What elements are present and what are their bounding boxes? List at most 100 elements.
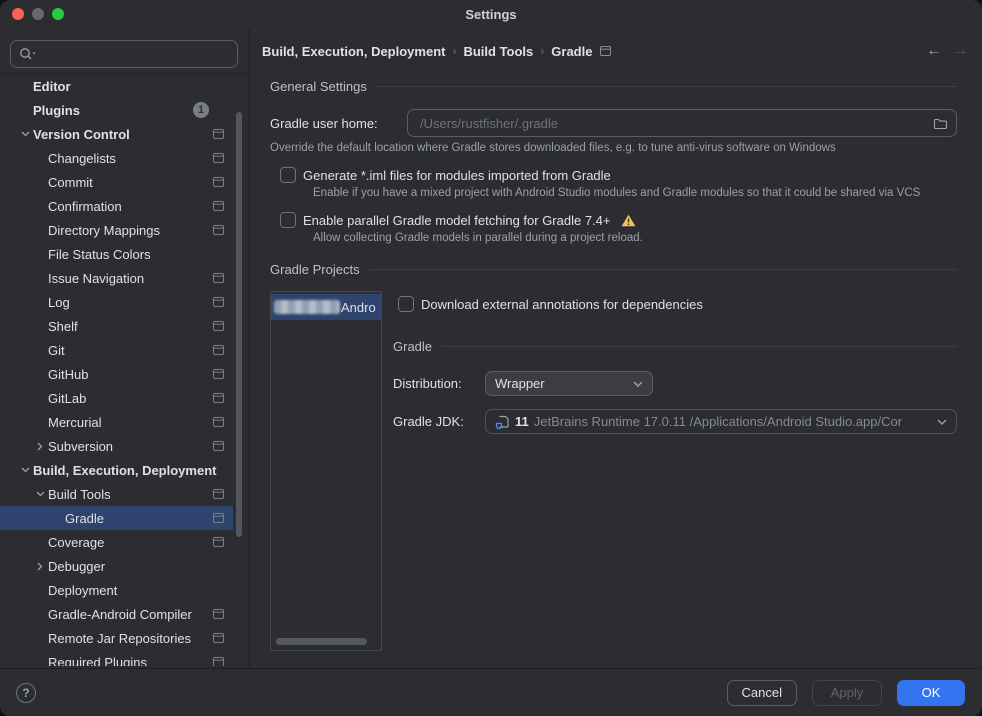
navigate-back-icon[interactable]: ← (926, 43, 942, 59)
sidebar-item-label: Git (48, 343, 65, 358)
generate-iml-note: Enable if you have a mixed project with … (313, 187, 957, 199)
sidebar-item-remote-jar-repositories[interactable]: Remote Jar Repositories (0, 626, 233, 650)
sidebar-scrollbar[interactable] (236, 112, 242, 537)
help-glyph: ? (22, 686, 29, 700)
cancel-button[interactable]: Cancel (727, 680, 797, 706)
chevron-down-icon (633, 381, 643, 387)
folder-browse-icon[interactable] (933, 117, 948, 130)
chevron-right-icon[interactable] (32, 442, 48, 451)
sidebar-item-mercurial[interactable]: Mercurial (0, 410, 233, 434)
gradle-user-home-row: Gradle user home: (270, 109, 957, 137)
zoom-window-button[interactable] (52, 8, 64, 20)
jdk-path: JetBrains Runtime 17.0.11 /Applications/… (534, 414, 932, 429)
gradle-projects-header: Gradle Projects (270, 262, 957, 277)
title-bar: Settings (0, 0, 982, 28)
project-setting-icon (213, 369, 224, 379)
chevron-right-icon[interactable] (32, 562, 48, 571)
sidebar-item-label: Log (48, 295, 70, 310)
gradle-jdk-select[interactable]: 11 JetBrains Runtime 17.0.11 /Applicatio… (485, 409, 957, 434)
download-annotations-label: Download external annotations for depend… (421, 297, 703, 312)
close-window-button[interactable] (12, 8, 24, 20)
section-title: General Settings (270, 79, 367, 94)
sidebar-item-file-status-colors[interactable]: File Status Colors (0, 242, 233, 266)
sidebar-item-git[interactable]: Git (0, 338, 233, 362)
distribution-label: Distribution: (393, 376, 485, 391)
sidebar-item-label: Shelf (48, 319, 78, 334)
project-name-text: Andro (341, 300, 376, 315)
breadcrumb-item-gradle[interactable]: Gradle (551, 44, 592, 59)
project-list-horizontal-scrollbar[interactable] (276, 638, 367, 645)
sidebar-item-github[interactable]: GitHub (0, 362, 233, 386)
breadcrumb-item-build-tools[interactable]: Build Tools (463, 44, 533, 59)
apply-button: Apply (812, 680, 882, 706)
sidebar-item-build-execution-deployment[interactable]: Build, Execution, Deployment (0, 458, 233, 482)
sidebar-item-label: Debugger (48, 559, 105, 574)
ok-button[interactable]: OK (897, 680, 965, 706)
sidebar-item-label: GitLab (48, 391, 86, 406)
generate-iml-checkbox[interactable] (280, 167, 296, 183)
project-setting-icon (213, 129, 224, 139)
gradle-projects-list[interactable]: Andro (270, 291, 382, 651)
sidebar-item-label: GitHub (48, 367, 88, 382)
search-icon (19, 47, 37, 61)
sidebar-item-label: Version Control (33, 127, 130, 142)
jdk-icon (495, 415, 510, 429)
project-list-item-selected[interactable]: Andro (271, 294, 381, 320)
gradle-user-home-field[interactable] (407, 109, 957, 137)
sidebar-item-debugger[interactable]: Debugger (0, 554, 233, 578)
help-icon[interactable]: ? (16, 683, 36, 703)
search-area (0, 28, 249, 74)
sidebar-item-directory-mappings[interactable]: Directory Mappings (0, 218, 233, 242)
sidebar-item-deployment[interactable]: Deployment (0, 578, 233, 602)
sidebar-item-confirmation[interactable]: Confirmation (0, 194, 233, 218)
sidebar-item-required-plugins[interactable]: Required Plugins (0, 650, 233, 666)
settings-search-field[interactable] (10, 40, 238, 68)
breadcrumb-separator: › (540, 44, 544, 58)
sidebar-item-version-control[interactable]: Version Control (0, 122, 233, 146)
gradle-user-home-input[interactable] (418, 115, 933, 132)
sidebar-item-coverage[interactable]: Coverage (0, 530, 233, 554)
sidebar-item-gradle-android-compiler[interactable]: Gradle-Android Compiler (0, 602, 233, 626)
sidebar-item-label: Plugins (33, 103, 80, 118)
search-input[interactable] (39, 46, 229, 63)
sidebar-item-label: Confirmation (48, 199, 122, 214)
sidebar-item-subversion[interactable]: Subversion (0, 434, 233, 458)
sidebar-item-changelists[interactable]: Changelists (0, 146, 233, 170)
sidebar-item-label: Commit (48, 175, 93, 190)
sidebar-item-label: Directory Mappings (48, 223, 160, 238)
project-setting-icon (213, 177, 224, 187)
sidebar-item-issue-navigation[interactable]: Issue Navigation (0, 266, 233, 290)
sidebar-item-plugins[interactable]: Plugins 1 (0, 98, 233, 122)
project-setting-icon (213, 489, 224, 499)
distribution-value: Wrapper (495, 376, 545, 391)
section-title: Gradle (393, 339, 432, 354)
sidebar-item-gitlab[interactable]: GitLab (0, 386, 233, 410)
sidebar-item-label: Issue Navigation (48, 271, 144, 286)
traffic-lights (12, 8, 64, 20)
chevron-down-icon[interactable] (17, 467, 33, 473)
sidebar-item-commit[interactable]: Commit (0, 170, 233, 194)
navigate-forward-icon: → (952, 43, 968, 59)
download-annotations-checkbox[interactable] (398, 296, 414, 312)
generate-iml-label: Generate *.iml files for modules importe… (303, 168, 611, 183)
project-setting-icon (213, 225, 224, 235)
section-title: Gradle Projects (270, 262, 360, 277)
project-setting-icon (213, 273, 224, 283)
sidebar-item-shelf[interactable]: Shelf (0, 314, 233, 338)
parallel-fetch-checkbox[interactable] (280, 212, 296, 228)
breadcrumb-item-build-execution-deployment[interactable]: Build, Execution, Deployment (262, 44, 445, 59)
sidebar-item-label: Coverage (48, 535, 104, 550)
sidebar-item-label: Build, Execution, Deployment (33, 463, 216, 478)
distribution-select[interactable]: Wrapper (485, 371, 653, 396)
sidebar-item-build-tools[interactable]: Build Tools (0, 482, 233, 506)
count-badge: 1 (193, 102, 209, 118)
chevron-down-icon[interactable] (17, 131, 33, 137)
sidebar-item-gradle[interactable]: Gradle (0, 506, 233, 530)
sidebar-item-editor[interactable]: Editor (0, 74, 233, 98)
warning-icon (621, 214, 636, 227)
sidebar-item-log[interactable]: Log (0, 290, 233, 314)
project-setting-icon (213, 393, 224, 403)
chevron-down-icon[interactable] (32, 491, 48, 497)
sidebar-item-label: Build Tools (48, 487, 111, 502)
parallel-fetch-label: Enable parallel Gradle model fetching fo… (303, 213, 611, 228)
